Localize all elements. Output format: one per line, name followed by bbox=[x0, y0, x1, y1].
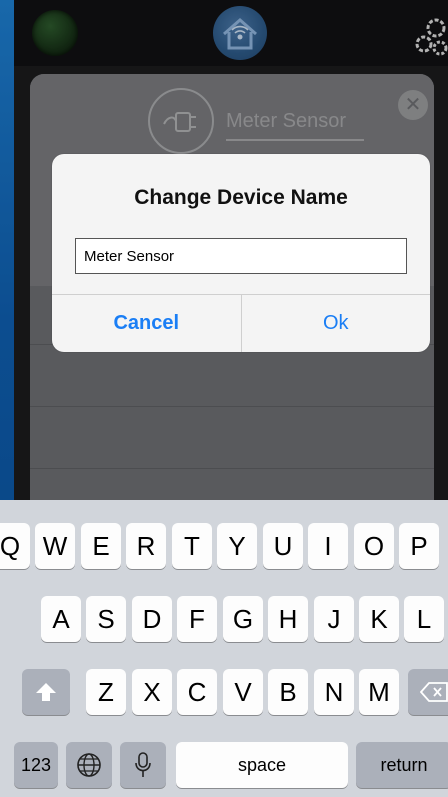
key-n[interactable]: N bbox=[314, 669, 354, 715]
key-m[interactable]: M bbox=[359, 669, 399, 715]
key-a[interactable]: A bbox=[41, 596, 81, 642]
key-z[interactable]: Z bbox=[86, 669, 126, 715]
globe-key[interactable] bbox=[66, 742, 112, 788]
return-key[interactable]: return bbox=[356, 742, 448, 788]
cancel-button[interactable]: Cancel bbox=[52, 295, 242, 352]
key-x[interactable]: X bbox=[132, 669, 172, 715]
key-o[interactable]: O bbox=[354, 523, 394, 569]
key-b[interactable]: B bbox=[268, 669, 308, 715]
key-j[interactable]: J bbox=[314, 596, 354, 642]
key-g[interactable]: G bbox=[223, 596, 263, 642]
shift-key[interactable] bbox=[22, 669, 70, 715]
change-name-dialog: Change Device Name Cancel Ok bbox=[52, 154, 430, 352]
key-h[interactable]: H bbox=[268, 596, 308, 642]
space-key[interactable]: space bbox=[176, 742, 348, 788]
dialog-actions: Cancel Ok bbox=[52, 294, 430, 352]
key-p[interactable]: P bbox=[399, 523, 439, 569]
numbers-key[interactable]: 123 bbox=[14, 742, 58, 788]
key-k[interactable]: K bbox=[359, 596, 399, 642]
device-name-input[interactable] bbox=[75, 238, 407, 274]
key-s[interactable]: S bbox=[86, 596, 126, 642]
key-e[interactable]: E bbox=[81, 523, 121, 569]
shift-icon bbox=[36, 683, 56, 701]
globe-icon bbox=[77, 753, 101, 777]
key-i[interactable]: I bbox=[308, 523, 348, 569]
key-r[interactable]: R bbox=[126, 523, 166, 569]
backspace-icon bbox=[420, 682, 448, 702]
microphone-icon bbox=[135, 752, 151, 777]
dictation-key[interactable] bbox=[120, 742, 166, 788]
backspace-key[interactable] bbox=[408, 669, 448, 715]
key-u[interactable]: U bbox=[263, 523, 303, 569]
key-w[interactable]: W bbox=[35, 523, 75, 569]
key-c[interactable]: C bbox=[177, 669, 217, 715]
keyboard: Q W E R T Y U I O P A S D F G H J K L Z … bbox=[0, 500, 448, 797]
key-d[interactable]: D bbox=[132, 596, 172, 642]
ok-button[interactable]: Ok bbox=[242, 295, 431, 352]
key-l[interactable]: L bbox=[404, 596, 444, 642]
key-t[interactable]: T bbox=[172, 523, 212, 569]
key-q[interactable]: Q bbox=[0, 523, 30, 569]
key-y[interactable]: Y bbox=[217, 523, 257, 569]
dialog-title: Change Device Name bbox=[134, 186, 348, 209]
key-v[interactable]: V bbox=[223, 669, 263, 715]
key-f[interactable]: F bbox=[177, 596, 217, 642]
